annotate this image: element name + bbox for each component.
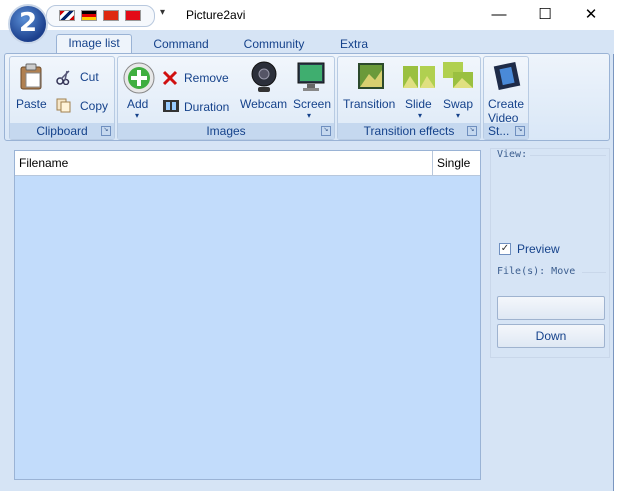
files-divider [582,272,606,273]
qat-dropdown-icon[interactable]: ▾ [160,7,165,18]
list-header: Filename Single [15,151,480,176]
remove-button[interactable]: Remove [184,71,229,85]
slide-icon[interactable] [402,62,436,90]
remove-icon[interactable] [162,70,178,86]
tab-command[interactable]: Command [146,36,216,54]
transition-effects-group: Transition Slide ▾ Swap ▾ Transition eff… [337,56,481,140]
title-bar: ▾ Picture2avi — ☐ ✕ [0,0,614,30]
ribbon-tabs: Image list Command Community Extra [0,30,614,56]
close-button[interactable]: ✕ [568,0,614,30]
webcam-button[interactable]: Webcam [240,97,287,111]
view-label: View: [497,149,528,160]
images-group: Add ▾ Remove Duration Webcam Screen ▾ Im… [117,56,335,140]
cut-icon[interactable] [56,69,72,85]
transition-button[interactable]: Transition [343,97,395,111]
clipboard-group-label: Clipboard [10,123,114,139]
add-icon[interactable] [122,61,156,95]
view-divider [530,155,606,156]
clipboard-launcher-icon[interactable]: ↘ [101,126,111,136]
app-logo[interactable]: 2 [8,4,48,44]
start-launcher-icon[interactable]: ↘ [515,126,525,136]
images-group-label: Images [118,123,334,139]
app-window: ▾ Picture2avi — ☐ ✕ 2 Image list Command… [0,0,614,491]
transition-effects-group-label: Transition effects [338,123,480,139]
copy-button[interactable]: Copy [80,99,108,113]
copy-icon[interactable] [56,97,72,113]
clipboard-group: Paste Cut Copy Clipboard ↘ [9,56,115,140]
add-dropdown-icon[interactable]: ▾ [135,111,139,120]
screen-button[interactable]: Screen [293,97,331,111]
tab-extra[interactable]: Extra [330,36,378,54]
screen-icon[interactable] [296,61,326,93]
quick-access-toolbar [46,5,155,27]
flag-turkish-icon[interactable] [125,10,141,21]
preview-checkbox[interactable]: ✓ [499,243,511,255]
move-down-button[interactable]: Down [497,324,605,348]
duration-button[interactable]: Duration [184,100,229,114]
start-group: Create Video St... ↘ [483,56,529,140]
webcam-icon[interactable] [250,61,278,95]
transition-launcher-icon[interactable]: ↘ [467,126,477,136]
paste-icon[interactable] [16,61,46,91]
move-up-button[interactable] [497,296,605,320]
flag-chinese-icon[interactable] [103,10,119,21]
flag-german-icon[interactable] [81,10,97,21]
duration-icon[interactable] [162,99,180,113]
image-list[interactable]: Filename Single [14,150,481,480]
preview-label: Preview [517,242,560,256]
screen-dropdown-icon[interactable]: ▾ [307,111,311,120]
maximize-button[interactable]: ☐ [522,0,568,30]
flag-english-icon[interactable] [59,10,75,21]
column-filename[interactable]: Filename [15,151,433,175]
swap-button[interactable]: Swap [443,97,473,111]
ribbon-panel: Paste Cut Copy Clipboard ↘ Add ▾ Remove … [4,53,610,141]
swap-dropdown-icon[interactable]: ▾ [456,111,460,120]
add-button[interactable]: Add [127,97,148,111]
images-launcher-icon[interactable]: ↘ [321,126,331,136]
window-title: Picture2avi [186,8,246,22]
slide-button[interactable]: Slide [405,97,432,111]
cut-button[interactable]: Cut [80,70,99,84]
slide-dropdown-icon[interactable]: ▾ [418,111,422,120]
minimize-button[interactable]: — [476,0,522,30]
transition-icon[interactable] [357,62,385,90]
column-single[interactable]: Single [433,151,480,175]
swap-icon[interactable] [442,61,474,89]
create-video-button[interactable]: Create Video [488,97,524,125]
paste-button[interactable]: Paste [16,97,47,111]
tab-community[interactable]: Community [236,36,312,54]
files-move-label: File(s): Move [497,266,576,277]
create-video-icon[interactable] [492,61,522,91]
